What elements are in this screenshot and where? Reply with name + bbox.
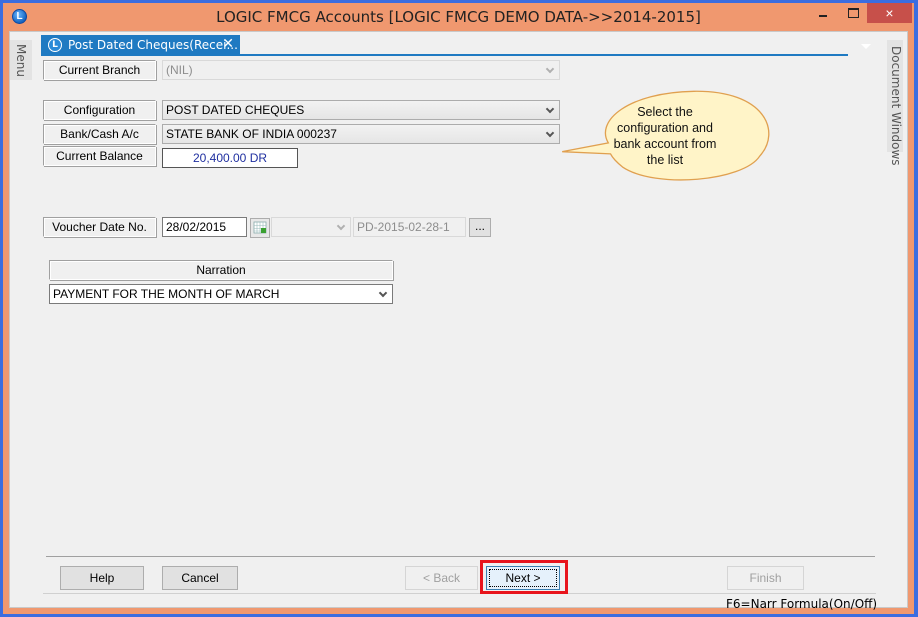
narration-select[interactable]: PAYMENT FOR THE MONTH OF MARCH	[49, 284, 393, 304]
tab-strip-underline	[41, 54, 848, 56]
callout-line: the list	[646, 153, 684, 167]
current-balance-value: 20,400.00 DR	[162, 148, 298, 168]
tab-post-dated-cheques[interactable]: L Post Dated Cheques(Recei... ✕	[41, 35, 240, 55]
chevron-down-icon	[337, 223, 345, 231]
title-bar: L LOGIC FMCG Accounts [LOGIC FMCG DEMO D…	[3, 3, 914, 31]
logic-tab-icon: L	[48, 38, 62, 52]
menu-side-label[interactable]: Menu	[14, 44, 28, 77]
voucher-date-no-label: Voucher Date No.	[43, 217, 156, 237]
bank-cash-label: Bank/Cash A/c	[43, 124, 156, 144]
current-branch-select: (NIL)	[162, 60, 560, 80]
voucher-browse-button[interactable]: ...	[469, 218, 491, 237]
finish-button: Finish	[727, 566, 804, 590]
configuration-select[interactable]: POST DATED CHEQUES	[162, 100, 560, 120]
callout-line: bank account from	[613, 137, 717, 151]
window-title: LOGIC FMCG Accounts [LOGIC FMCG DEMO DAT…	[216, 8, 701, 26]
voucher-series-select	[271, 217, 351, 237]
minimize-button[interactable]	[809, 3, 837, 23]
buttons-top-separator	[46, 556, 875, 557]
chevron-down-icon	[546, 66, 554, 74]
status-hint: F6=Narr Formula(On/Off)	[726, 597, 878, 611]
narration-label: Narration	[49, 260, 393, 280]
callout-text: Select the configuration and bank accoun…	[600, 104, 730, 168]
back-button: < Back	[405, 566, 478, 590]
tab-list-dropdown-icon[interactable]	[861, 44, 871, 49]
calendar-button[interactable]	[250, 218, 270, 238]
current-balance-label: Current Balance	[43, 146, 156, 166]
configuration-label: Configuration	[43, 100, 156, 120]
next-button-highlight	[480, 560, 568, 594]
help-button[interactable]: Help	[60, 566, 144, 590]
current-branch-label: Current Branch	[43, 60, 156, 80]
bank-cash-value: STATE BANK OF INDIA 000237	[166, 127, 337, 141]
close-window-button[interactable]: ×	[867, 3, 912, 23]
client-area: Menu Document Windows L Post Dated Chequ…	[9, 31, 908, 611]
app-window: L LOGIC FMCG Accounts [LOGIC FMCG DEMO D…	[3, 3, 914, 614]
narration-value: PAYMENT FOR THE MONTH OF MARCH	[53, 287, 280, 301]
current-branch-value: (NIL)	[166, 63, 193, 77]
calendar-icon	[253, 221, 267, 234]
callout-line: Select the	[637, 105, 693, 119]
tab-close-icon[interactable]: ✕	[222, 36, 234, 52]
cancel-button[interactable]: Cancel	[162, 566, 238, 590]
voucher-number-input: PD-2015-02-28-1	[353, 217, 466, 237]
callout-line: configuration and	[617, 121, 713, 135]
voucher-date-input[interactable]: 28/02/2015	[162, 217, 247, 237]
tab-label: Post Dated Cheques(Recei...	[68, 38, 238, 52]
bank-cash-select[interactable]: STATE BANK OF INDIA 000237	[162, 124, 560, 144]
maximize-button[interactable]	[839, 3, 867, 23]
buttons-bottom-separator	[43, 593, 876, 594]
configuration-value: POST DATED CHEQUES	[166, 103, 305, 117]
chevron-down-icon[interactable]	[379, 290, 387, 298]
document-windows-label[interactable]: Document Windows	[889, 46, 903, 166]
